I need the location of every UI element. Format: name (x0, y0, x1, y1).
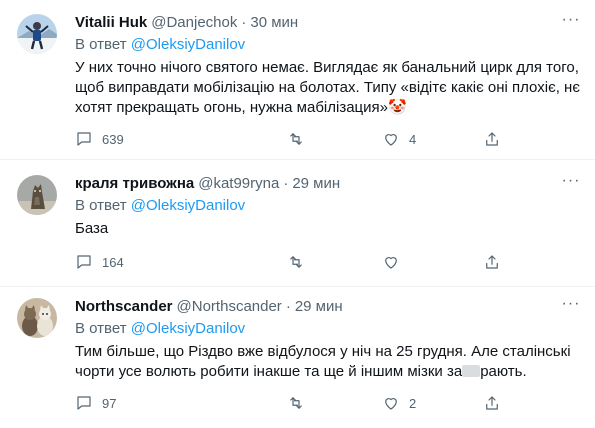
share-button[interactable] (483, 253, 501, 271)
tweet-text: Тим більше, що Різдво вже відбулося у ні… (75, 342, 581, 382)
reply-icon (77, 396, 91, 410)
author-handle[interactable]: @kat99ryna (198, 174, 279, 194)
share-button[interactable] (483, 394, 501, 412)
retweet-button[interactable] (287, 253, 305, 271)
reply-button[interactable]: 639 (75, 130, 124, 148)
mention-link[interactable]: @OleksiyDanilov (131, 36, 245, 53)
timestamp[interactable]: 30 мин (250, 13, 298, 33)
cat-statue-photo-icon (17, 175, 57, 215)
tweet-text-content: У них точно нічого святого немає. Вигляд… (75, 59, 580, 116)
timestamp[interactable]: 29 мин (292, 174, 340, 194)
reply-button[interactable]: 97 (75, 394, 116, 412)
avatar[interactable] (17, 14, 57, 54)
like-button[interactable]: 4 (382, 130, 416, 148)
share-icon (486, 132, 498, 146)
tweet-text: База (75, 220, 109, 237)
skier-photo-icon (17, 14, 57, 54)
tweet-1[interactable]: Vitalii Huk @Danjechok · 30 мин ··· В от… (0, 0, 595, 160)
separator: · (285, 298, 291, 315)
like-count: 4 (409, 131, 417, 147)
share-icon (486, 255, 498, 269)
reply-count: 97 (102, 395, 117, 411)
timestamp[interactable]: 29 мин (295, 297, 343, 317)
author-name[interactable]: Vitalii Huk (75, 13, 147, 33)
tweet-header: краля тривожна @kat99ryna · 29 мин ··· (75, 173, 581, 194)
retweet-icon (290, 133, 302, 145)
clown-emoji: 🤡 (388, 99, 407, 116)
tweet-header: Northscander @Northscander · 29 мин ··· (75, 296, 581, 317)
heart-icon (385, 134, 397, 146)
retweet-icon (290, 256, 302, 268)
censored-text (462, 365, 481, 377)
reply-prefix: В ответ (75, 36, 127, 53)
like-button[interactable] (382, 253, 400, 271)
reply-button[interactable]: 164 (75, 253, 124, 271)
share-icon (486, 396, 498, 410)
reply-icon (77, 255, 91, 269)
tweet-2[interactable]: краля тривожна @kat99ryna · 29 мин ··· В… (0, 160, 595, 287)
author-handle[interactable]: @Northscander (177, 297, 282, 317)
share-button[interactable] (483, 130, 501, 148)
more-options-icon[interactable]: ··· (561, 12, 581, 33)
like-button[interactable]: 2 (382, 394, 416, 412)
heart-icon (385, 257, 397, 269)
reply-icon (77, 132, 91, 146)
more-options-icon[interactable]: ··· (561, 173, 581, 194)
tweet-header: Vitalii Huk @Danjechok · 30 мин ··· (75, 12, 581, 33)
tweet-text-end: рають. (480, 363, 527, 380)
reply-prefix: В ответ (75, 320, 127, 337)
retweet-icon (290, 397, 302, 409)
reply-prefix: В ответ (75, 197, 127, 214)
reply-count: 164 (102, 254, 124, 270)
cats-photo-icon (17, 298, 57, 338)
reply-count: 639 (102, 131, 124, 147)
reply-context: В ответ @OleksiyDanilov (75, 35, 581, 55)
mention-link[interactable]: @OleksiyDanilov (131, 320, 245, 337)
retweet-button[interactable] (287, 394, 305, 412)
reply-feed: Vitalii Huk @Danjechok · 30 мин ··· В от… (0, 0, 595, 428)
author-name[interactable]: Northscander (75, 297, 173, 317)
avatar[interactable] (17, 298, 57, 338)
heart-icon (385, 398, 397, 410)
like-count: 2 (409, 395, 417, 411)
author-handle[interactable]: @Danjechok (151, 13, 237, 33)
tweet-3[interactable]: Northscander @Northscander · 29 мин ··· … (0, 287, 595, 428)
avatar[interactable] (17, 175, 57, 215)
separator: · (283, 175, 289, 192)
mention-link[interactable]: @OleksiyDanilov (131, 197, 245, 214)
separator: · (241, 14, 247, 31)
author-name[interactable]: краля тривожна (75, 174, 194, 194)
more-options-icon[interactable]: ··· (561, 296, 581, 317)
reply-context: В ответ @OleksiyDanilov (75, 196, 581, 216)
reply-context: В ответ @OleksiyDanilov (75, 319, 581, 339)
retweet-button[interactable] (287, 130, 305, 148)
tweet-text: У них точно нічого святого немає. Вигляд… (75, 58, 581, 118)
